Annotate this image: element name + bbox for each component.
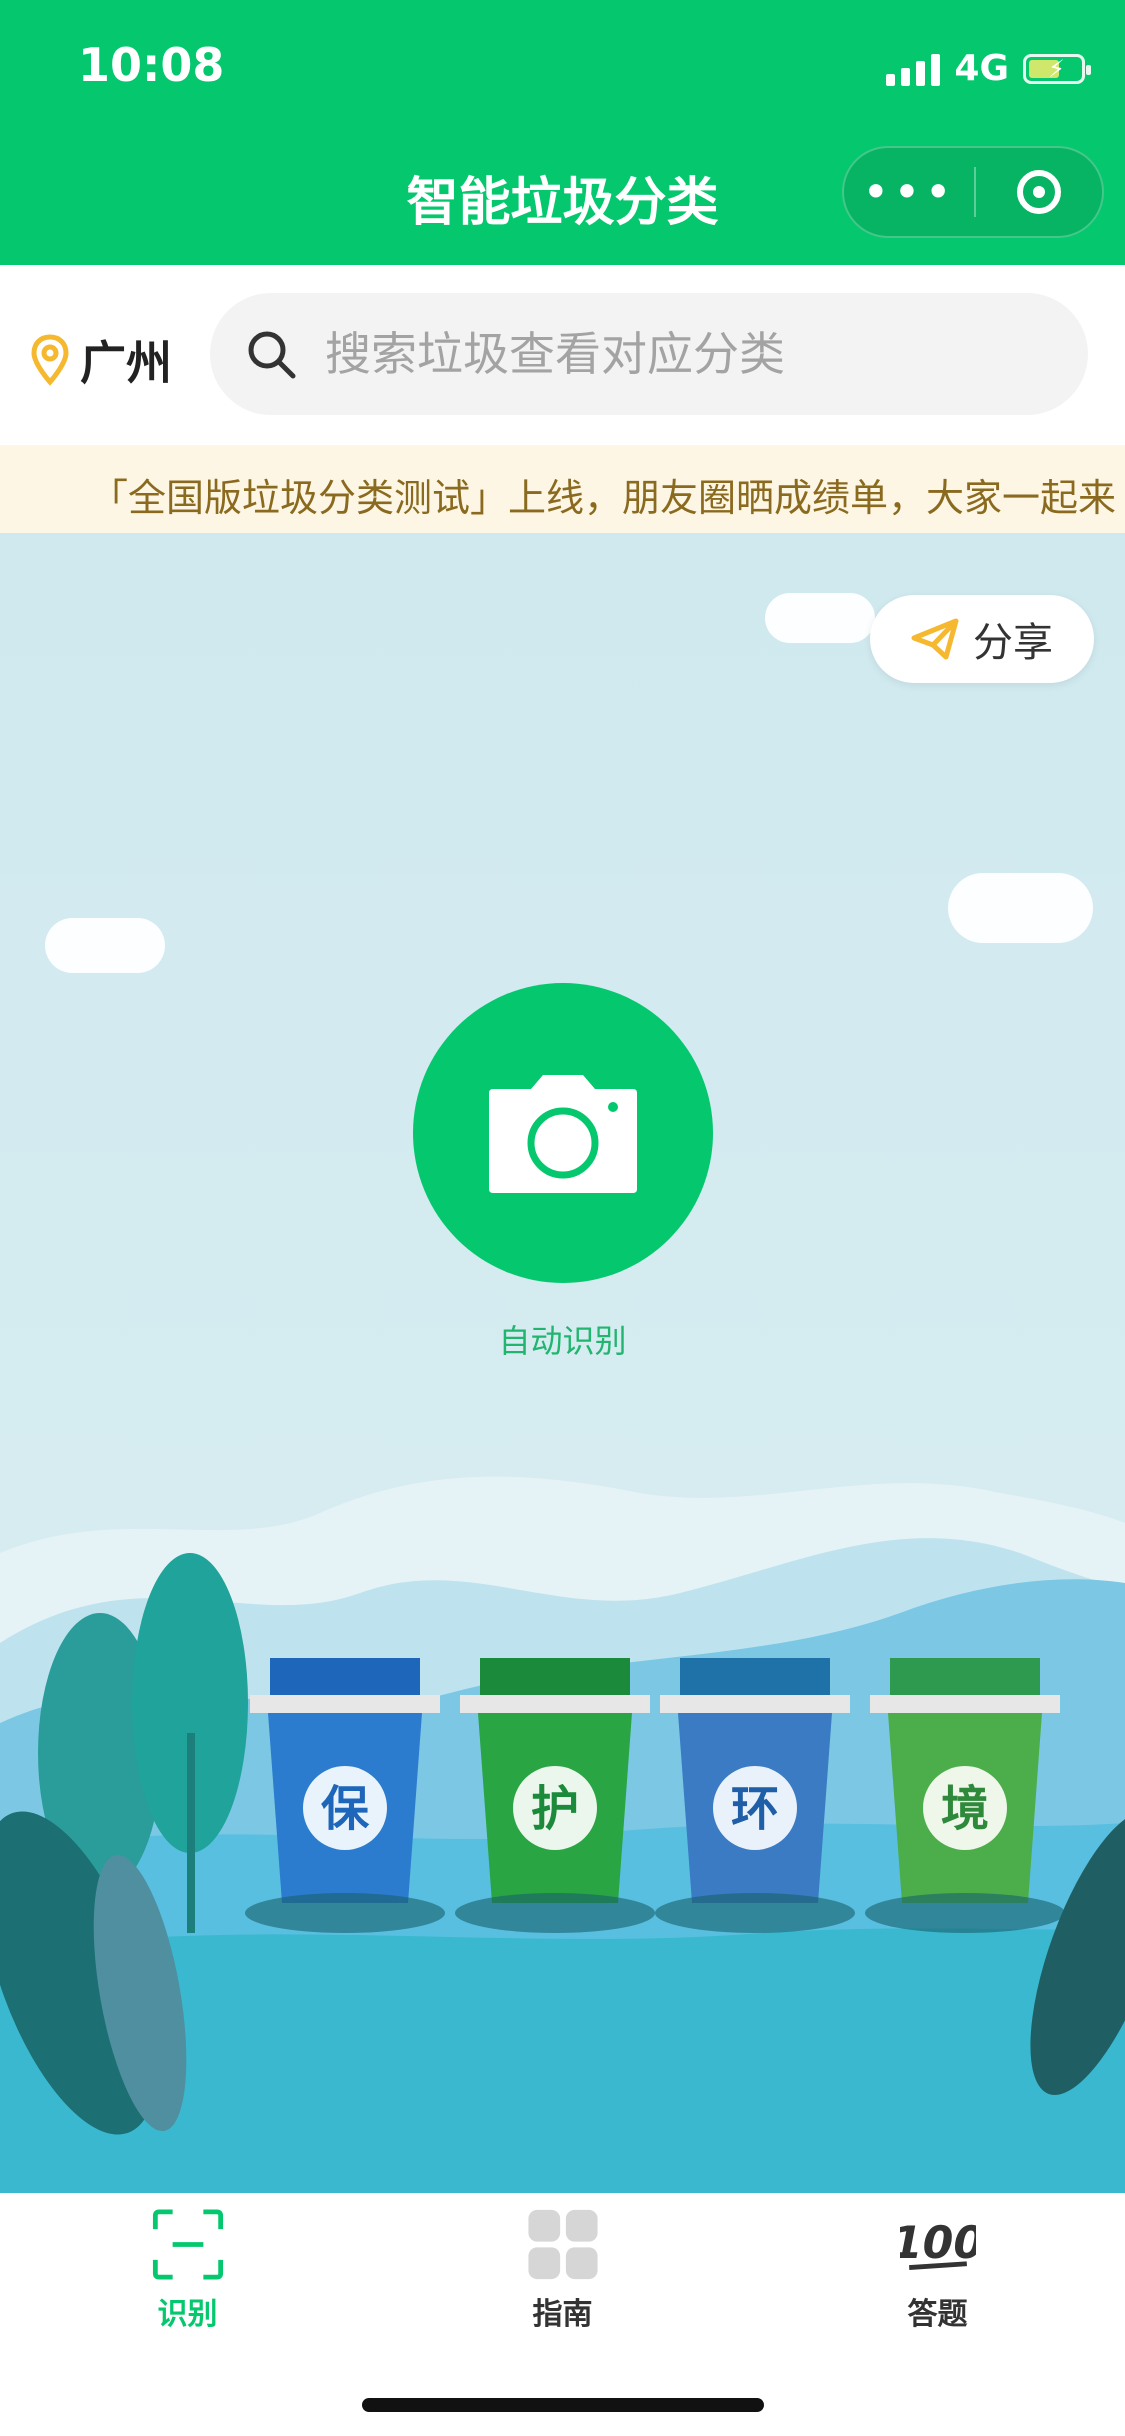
camera-icon xyxy=(489,1075,637,1193)
camera-button[interactable] xyxy=(413,983,713,1283)
tab-guide[interactable]: 指南 xyxy=(375,2193,750,2333)
share-label: 分享 xyxy=(973,620,1053,666)
tab-scan[interactable]: 识别 xyxy=(0,2193,375,2333)
svg-text:环: 环 xyxy=(731,1781,779,1837)
search-bar: 广州 xyxy=(0,265,1125,445)
battery-icon: ⚡ xyxy=(1023,53,1091,84)
city-label: 广州 xyxy=(80,336,172,390)
search-icon xyxy=(248,331,296,379)
search-box[interactable] xyxy=(210,293,1088,415)
tab-label-quiz: 答题 xyxy=(907,2297,968,2332)
target-icon[interactable] xyxy=(976,170,1102,214)
svg-text:境: 境 xyxy=(941,1781,989,1837)
cloud-decoration xyxy=(948,873,1093,943)
tab-quiz[interactable]: 100 答题 xyxy=(750,2193,1125,2333)
header: 10:08 4G ⚡ 智能垃圾分类 ••• xyxy=(0,0,1125,265)
camera-label: 自动识别 xyxy=(498,1322,627,1360)
tab-label-scan: 识别 xyxy=(157,2297,218,2332)
hundred-icon: 100 xyxy=(900,2218,976,2270)
recycling-bins-illustration: 保 护 环 境 xyxy=(0,1476,1125,2193)
grid-icon xyxy=(527,2209,598,2280)
mini-program-capsule: ••• xyxy=(842,146,1104,238)
share-button[interactable]: 分享 xyxy=(870,595,1094,683)
location-selector[interactable]: 广州 xyxy=(30,327,172,393)
svg-text:护: 护 xyxy=(531,1781,579,1837)
svg-text:保: 保 xyxy=(321,1781,370,1837)
search-input[interactable] xyxy=(323,326,1027,382)
tab-label-guide: 指南 xyxy=(532,2297,593,2332)
cloud-decoration xyxy=(765,593,875,643)
network-type: 4G xyxy=(954,48,1009,89)
notice-banner[interactable]: 「全国版垃圾分类测试」上线，朋友圈晒成绩单，大家一起来 xyxy=(0,445,1125,533)
signal-icon xyxy=(886,52,941,86)
paper-plane-icon xyxy=(911,618,959,660)
cloud-decoration xyxy=(45,918,165,973)
location-pin-icon xyxy=(31,334,69,386)
status-time: 10:08 xyxy=(78,38,225,92)
status-indicators: 4G ⚡ xyxy=(886,48,1091,89)
notice-text: 「全国版垃圾分类测试」上线，朋友圈晒成绩单，大家一起来 xyxy=(90,476,1117,520)
more-dots-icon[interactable]: ••• xyxy=(844,165,974,219)
scan-icon xyxy=(152,2209,223,2280)
main-scene: 分享 自动识别 保 护 环 境 xyxy=(0,533,1125,2193)
home-indicator xyxy=(362,2398,764,2412)
svg-text:100: 100 xyxy=(900,2218,976,2269)
